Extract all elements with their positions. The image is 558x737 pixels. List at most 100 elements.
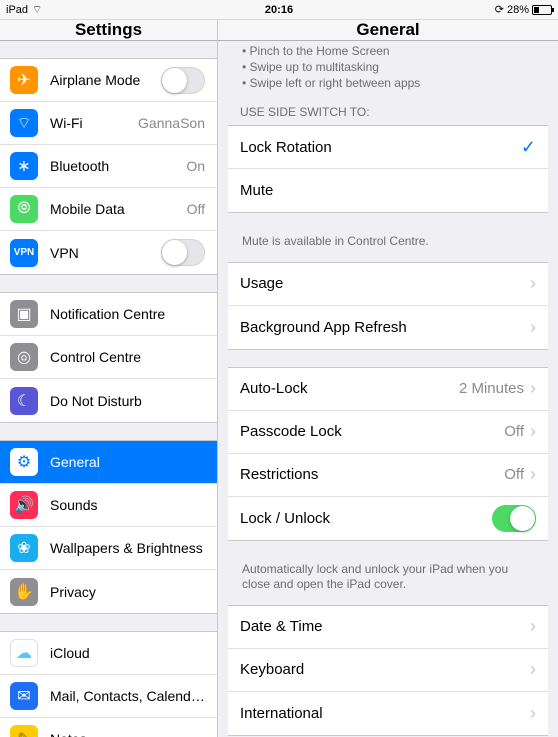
footnote: Mute is available in Control Centre. [218,230,558,262]
notification-centre-icon: ▣ [10,300,38,328]
sidebar-item-label: Sounds [50,497,205,513]
bluetooth-icon: ∗ [10,152,38,180]
vpn-icon: VPN [10,239,38,267]
row-label: Restrictions [240,466,504,483]
mobile-data-icon: ⦾ [10,195,38,223]
sidebar-item-do-not-disturb[interactable]: ☾ Do Not Disturb [0,379,217,422]
side-switch-header: USE SIDE SWITCH TO: [218,101,558,125]
row-label: Background App Refresh [240,319,530,336]
row-restrictions[interactable]: RestrictionsOff› [228,454,548,497]
airplane-toggle[interactable] [161,67,205,94]
row-label: Passcode Lock [240,423,504,440]
row-label: Lock Rotation [240,139,521,156]
sidebar-item-mobile-data[interactable]: ⦾ Mobile DataOff [0,188,217,231]
battery-percent: 28% [507,4,529,16]
settings-title: Settings [0,20,217,41]
sidebar-item-airplane[interactable]: ✈ Airplane Mode [0,59,217,102]
battery-icon [532,5,552,15]
row-keyboard[interactable]: Keyboard› [228,649,548,692]
privacy-icon: ✋ [10,578,38,606]
device-label: iPad [6,4,28,16]
sidebar-item-label: General [50,454,205,470]
sidebar-item-label: Privacy [50,584,205,600]
general-title: General [218,20,558,41]
sounds-icon: 🔊 [10,491,38,519]
sidebar-item-value: GannaSon [138,115,205,131]
chevron-right-icon: › [530,703,536,724]
sidebar-item-label: iCloud [50,645,205,661]
control-centre-icon: ◎ [10,343,38,371]
chevron-right-icon: › [530,273,536,294]
wifi-icon: ⌔ [32,3,42,17]
sidebar-item-label: Mail, Contacts, Calendars [50,688,205,704]
row-lock-unlock[interactable]: Lock / Unlock [228,497,548,540]
group-side-switch: Lock Rotation✓ Mute [228,125,548,213]
row-label: Keyboard [240,661,530,678]
sidebar-item-value: On [186,158,205,174]
airplane-icon: ✈ [10,66,38,94]
notes-icon: ✎ [10,725,38,737]
row-label: Usage [240,275,530,292]
group-usage: Usage›Background App Refresh› [228,262,548,350]
row-background-app-refresh[interactable]: Background App Refresh› [228,306,548,349]
sidebar-item-label: Control Centre [50,349,205,365]
sidebar-item-label: Bluetooth [50,158,186,174]
sidebar-item-notification-centre[interactable]: ▣ Notification Centre [0,293,217,336]
sidebar-item-bluetooth[interactable]: ∗ BluetoothOn [0,145,217,188]
sidebar-item-notes[interactable]: ✎ Notes [0,718,217,737]
sidebar-item-value: Off [187,201,205,217]
wifi-icon: ⌔ [10,109,38,137]
orientation-lock-icon: ⟳ [495,3,504,16]
row-date-time[interactable]: Date & Time› [228,606,548,649]
sidebar-item-vpn[interactable]: VPN VPN [0,231,217,274]
sidebar-item-label: Airplane Mode [50,72,161,88]
chevron-right-icon: › [530,317,536,338]
sidebar-item-privacy[interactable]: ✋ Privacy [0,570,217,613]
row-label: Auto-Lock [240,380,459,397]
sidebar-item-sounds[interactable]: 🔊 Sounds [0,484,217,527]
row-label: Lock / Unlock [240,510,492,527]
sidebar-item-general[interactable]: ⚙General [0,441,217,484]
row-value: 2 Minutes [459,380,524,397]
footnote: Automatically lock and unlock your iPad … [218,558,558,605]
gesture-hints: • Pinch to the Home Screen• Swipe up to … [218,43,558,101]
sidebar-item-label: Wi-Fi [50,115,138,131]
row-label: Mute [240,182,536,199]
sidebar-item-label: Do Not Disturb [50,393,205,409]
sidebar-item-label: Wallpapers & Brightness [50,540,205,556]
chevron-right-icon: › [530,616,536,637]
sidebar-item-label: Notification Centre [50,306,205,322]
vpn-toggle[interactable] [161,239,205,266]
chevron-right-icon: › [530,464,536,485]
sidebar-item-wallpapers[interactable]: ❀ Wallpapers & Brightness [0,527,217,570]
row-mute[interactable]: Mute [228,169,548,212]
row-label: Date & Time [240,618,530,635]
row-usage[interactable]: Usage› [228,263,548,306]
sidebar-item-label: Mobile Data [50,201,187,217]
do-not-disturb-icon: ☾ [10,387,38,415]
toggle[interactable] [492,505,536,532]
row-lock-rotation[interactable]: Lock Rotation✓ [228,126,548,169]
row-value: Off [504,423,524,440]
status-bar: iPad ⌔ 20:16 ⟳ 28% [0,0,558,20]
wallpapers-icon: ❀ [10,534,38,562]
checkmark-icon: ✓ [521,137,536,158]
row-label: International [240,705,530,722]
chevron-right-icon: › [530,421,536,442]
chevron-right-icon: › [530,659,536,680]
row-auto-lock[interactable]: Auto-Lock2 Minutes › [228,368,548,411]
sidebar-item-mail[interactable]: ✉ Mail, Contacts, Calendars [0,675,217,718]
row-passcode-lock[interactable]: Passcode LockOff › [228,411,548,454]
icloud-icon: ☁ [10,639,38,667]
sidebar-item-wifi[interactable]: ⌔ Wi-FiGannaSon [0,102,217,145]
group-intl: Date & Time›Keyboard›International› [228,605,548,736]
sidebar-item-label: Notes [50,731,205,737]
sidebar-item-icloud[interactable]: ☁ iCloud [0,632,217,675]
mail-icon: ✉ [10,682,38,710]
status-time: 20:16 [126,4,432,16]
sidebar-item-label: VPN [50,245,161,261]
sidebar-item-control-centre[interactable]: ◎ Control Centre [0,336,217,379]
row-international[interactable]: International› [228,692,548,735]
group-lock: Auto-Lock2 Minutes›Passcode LockOff›Rest… [228,367,548,541]
chevron-right-icon: › [530,378,536,399]
